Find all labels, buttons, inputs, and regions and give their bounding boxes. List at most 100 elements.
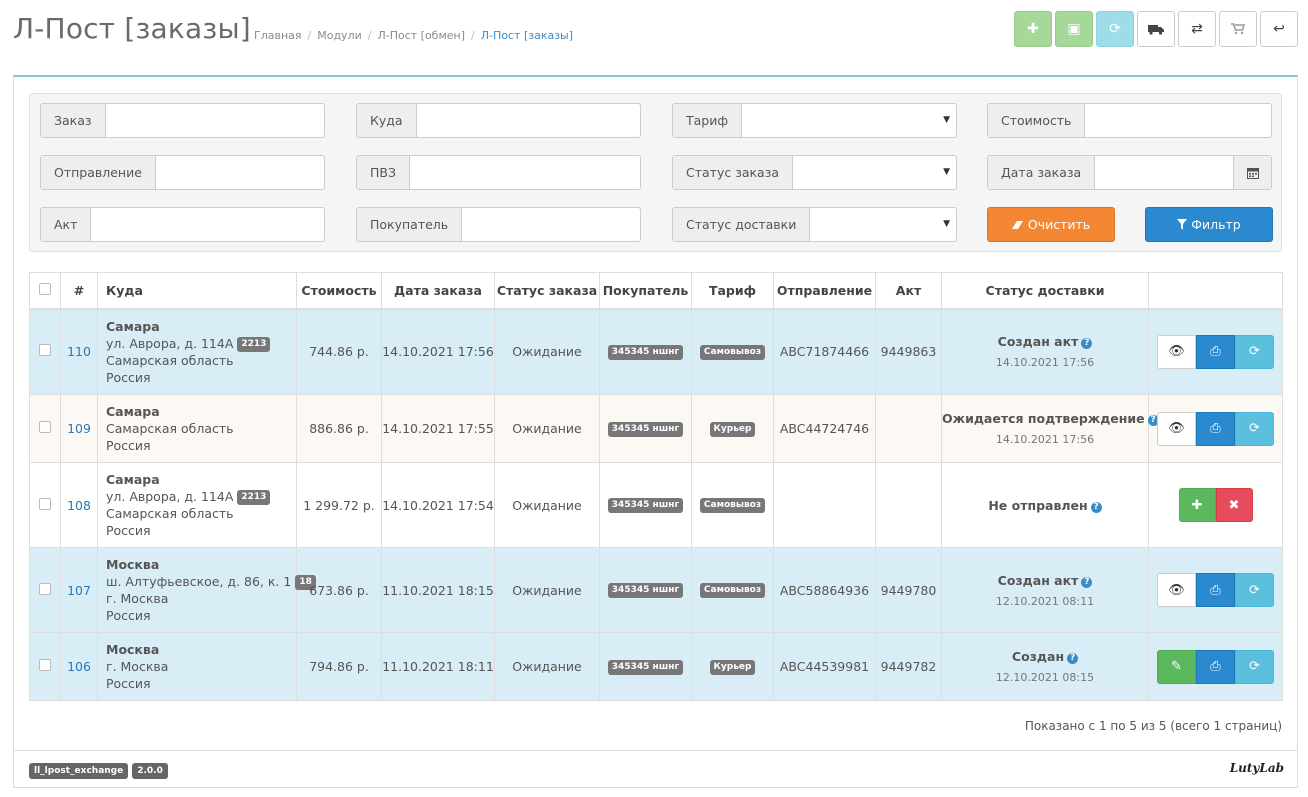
row-actions: ✎ ⎙ ⟳ (1157, 649, 1274, 684)
print-button[interactable]: ⎙ (1196, 334, 1235, 369)
delete-button[interactable]: ✖ (1215, 488, 1253, 522)
order-id-link[interactable]: 108 (67, 498, 91, 513)
filter-cost-label: Стоимость (988, 104, 1086, 137)
breadcrumb-lpost-exchange[interactable]: Л-Пост [обмен] (377, 29, 465, 42)
select-all-checkbox[interactable] (39, 282, 51, 295)
filter-pvz: ПВЗ (356, 155, 641, 190)
print-button[interactable]: ⎙ (1196, 573, 1235, 607)
delivery-status-cell: Создан? 12.10.2021 08:15 (941, 632, 1149, 701)
pvz-input[interactable] (410, 156, 640, 189)
view-button[interactable]: 👁 (1157, 411, 1196, 446)
row-actions: 👁 ⎙ ⟳ (1157, 334, 1274, 369)
col-act[interactable]: Акт (875, 272, 942, 310)
delivery-status-select[interactable]: ▼ (810, 208, 956, 241)
print-button[interactable]: ⎙ (1196, 411, 1235, 446)
delivery-status-text: Создан акт (997, 572, 1079, 588)
shipment-input[interactable] (156, 156, 324, 189)
row-checkbox[interactable] (39, 344, 51, 357)
refresh-button[interactable]: ⟳ (1235, 334, 1274, 369)
filter-tariff: Тариф ▼ (672, 103, 957, 138)
address-city: Самара (106, 472, 160, 487)
create-shipment-row-button[interactable]: ✚ (1178, 488, 1216, 522)
col-cost[interactable]: Стоимость (296, 272, 382, 310)
delivery-button[interactable] (1137, 11, 1175, 47)
filter-pvz-label: ПВЗ (357, 156, 410, 189)
col-order-date[interactable]: Дата заказа (381, 272, 495, 310)
order-id-link[interactable]: 109 (67, 421, 91, 436)
caret-down-icon: ▼ (943, 219, 950, 229)
breadcrumb: Главная / Модули / Л-Пост [обмен] / Л-Пост [за… (254, 29, 574, 42)
refresh-icon: ⟳ (1249, 659, 1260, 674)
help-icon[interactable]: ? (1081, 338, 1093, 350)
help-icon[interactable]: ? (1090, 501, 1102, 513)
row-checkbox[interactable] (39, 659, 51, 671)
box-icon: ▣ (1067, 21, 1081, 37)
order-status-cell: Ожидание (494, 308, 600, 395)
col-shipment[interactable]: Отправление (773, 272, 876, 310)
cart-icon (1231, 23, 1245, 35)
page-title: Л-Пост [заказы] (13, 12, 251, 45)
print-button[interactable]: ⎙ (1196, 649, 1235, 684)
buyer-input[interactable] (462, 208, 640, 241)
refresh-button[interactable]: ⟳ (1235, 649, 1274, 684)
refresh-button[interactable]: ⟳ (1235, 573, 1274, 607)
order-id-link[interactable]: 106 (67, 659, 91, 674)
print-icon: ⎙ (1210, 421, 1221, 436)
order-input[interactable] (106, 104, 324, 137)
tariff-badge: Самовывоз (699, 498, 766, 513)
back-button[interactable]: ↩ (1260, 11, 1298, 47)
delivery-status-cell: Ожидается подтверждение? 14.10.2021 17:5… (941, 394, 1159, 463)
tariff-select[interactable]: ▼ (742, 104, 956, 137)
address-country: Россия (106, 438, 151, 453)
col-number[interactable]: # (60, 272, 98, 310)
col-delivery-status[interactable]: Статус доставки (941, 272, 1149, 310)
order-id-link[interactable]: 110 (67, 344, 91, 359)
breadcrumb-home[interactable]: Главная (254, 29, 302, 42)
order-status-select[interactable]: ▼ (793, 156, 956, 189)
col-order-status[interactable]: Статус заказа (494, 272, 600, 310)
calendar-button[interactable] (1233, 156, 1271, 189)
filter-order-label: Заказ (41, 104, 106, 137)
create-shipment-button[interactable]: ▣ (1055, 11, 1093, 47)
refresh-icon: ⟳ (1249, 582, 1260, 598)
buyer-badge: 345345 ншнг (607, 498, 684, 513)
view-button[interactable]: 👁 (1157, 573, 1196, 607)
filter-button[interactable]: Фильтр (1145, 207, 1273, 242)
help-icon[interactable]: ? (1081, 576, 1093, 588)
view-button[interactable]: 👁 (1157, 334, 1196, 369)
help-icon[interactable]: ? (1067, 653, 1079, 664)
row-checkbox[interactable] (39, 582, 51, 595)
eye-icon: 👁 (1168, 344, 1185, 360)
exchange-button[interactable]: ⇄ (1178, 11, 1216, 47)
order-date-input[interactable] (1095, 156, 1233, 189)
cart-button[interactable] (1219, 11, 1257, 47)
module-name-badge: ll_lpost_exchange (29, 763, 129, 779)
shipment-cell: ABC44539981 (773, 632, 876, 701)
row-checkbox[interactable] (39, 421, 51, 433)
address-country: Россия (106, 523, 151, 538)
act-input[interactable] (91, 208, 324, 241)
edit-button[interactable]: ✎ (1157, 649, 1196, 684)
act-cell: 9449782 (875, 632, 942, 701)
col-tariff[interactable]: Тариф (691, 272, 774, 310)
col-buyer[interactable]: Покупатель (599, 272, 692, 310)
to-input[interactable] (417, 104, 640, 137)
breadcrumb-current[interactable]: Л-Пост [заказы] (481, 29, 573, 42)
row-checkbox[interactable] (39, 497, 51, 510)
address-region: г. Москва (106, 591, 169, 606)
cost-input[interactable] (1085, 104, 1271, 137)
act-cell (875, 394, 942, 463)
clear-button[interactable]: Очистить (987, 207, 1115, 242)
filter-shipment-label: Отправление (41, 156, 156, 189)
date-cell: 14.10.2021 17:54 (381, 462, 495, 548)
order-id-link[interactable]: 107 (67, 583, 91, 598)
print-icon: ⎙ (1210, 659, 1221, 674)
refresh-button[interactable]: ⟳ (1235, 411, 1274, 446)
add-order-button[interactable]: ✚ (1014, 11, 1052, 47)
address-cell: Москва ш. Алтуфьевское, д. 86, к. 1 18 г… (97, 547, 316, 633)
delivery-status-cell: Не отправлен? (941, 462, 1149, 548)
filter-buyer: Покупатель (356, 207, 641, 242)
breadcrumb-modules[interactable]: Модули (317, 29, 362, 42)
sync-button[interactable]: ⟳ (1096, 11, 1134, 47)
col-to[interactable]: Куда (97, 272, 297, 310)
